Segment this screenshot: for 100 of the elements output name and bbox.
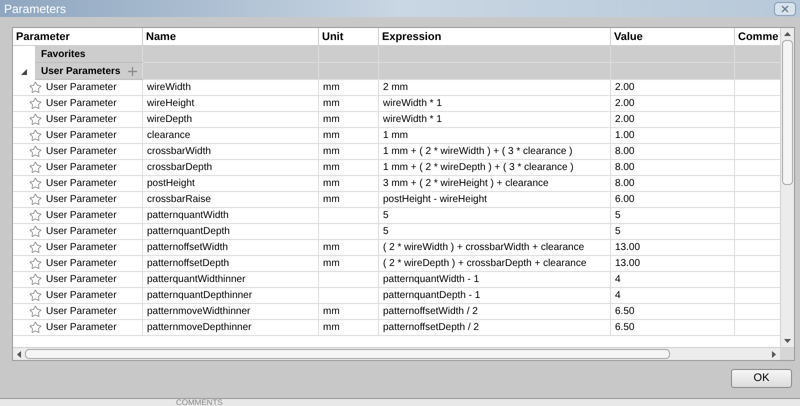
table-cell: wireWidth * 1 [379,112,611,128]
collapse-triangle-icon[interactable] [21,68,27,74]
table-cell: 4 [611,272,735,288]
scroll-thumb[interactable] [782,40,793,185]
vertical-scrollbar[interactable] [780,28,794,347]
table-cell: mm [319,256,379,272]
star-icon[interactable] [29,257,42,270]
table-cell: patternoffsetDepth [143,256,319,272]
table-cell: 13.00 [611,256,735,272]
table-cell: patternmoveDepthinner [143,320,319,336]
table-cell: 8.00 [611,176,735,192]
table-cell: 3 mm + ( 2 * wireHeight ) + clearance [379,176,611,192]
table-cell: 4 [611,288,735,304]
group-row-cell [735,63,780,80]
group-row-header[interactable]: Favorites [35,46,143,62]
table-cell: patternquantWidth - 1 [379,272,611,288]
table-cell-text: User Parameter [46,289,117,303]
group-row-header[interactable]: User Parameters [35,63,143,79]
table-cell: mm [319,144,379,160]
horizontal-scrollbar[interactable] [13,348,780,360]
star-icon[interactable] [29,289,42,302]
table-cell: ( 2 * wireWidth ) + crossbarWidth + clearance [379,240,611,256]
table-cell: crossbarRaise [143,192,319,208]
table-cell: 6.50 [611,320,735,336]
table-cell: 1 mm + ( 2 * wireWidth ) + ( 3 * clearance ) [379,144,611,160]
table-cell: 8.00 [611,144,735,160]
star-icon[interactable] [29,273,42,286]
table-cell-text: User Parameter [46,225,117,239]
table-cell: wireDepth [143,112,319,128]
star-icon[interactable] [29,305,42,318]
star-icon[interactable] [29,161,42,174]
table-cell-text: User Parameter [46,145,117,159]
table-cell: ( 2 * wireDepth ) + crossbarDepth + clearance [379,256,611,272]
close-icon [781,4,789,12]
star-icon[interactable] [29,145,42,158]
group-row-cell [735,46,780,63]
table-cell: patterquantWidthinner [143,272,319,288]
group-label: User Parameters [41,64,120,78]
table-cell: 2.00 [611,112,735,128]
table-cell: mm [319,176,379,192]
table-cell: patternoffsetWidth [143,240,319,256]
table-cell: 1 mm [379,128,611,144]
table-cell: postHeight [143,176,319,192]
table-cell: mm [319,320,379,336]
background-label: COMMENTS [176,399,224,406]
table-cell: patternmoveWidthinner [143,304,319,320]
table-cell-text: User Parameter [46,305,117,319]
table-cell [319,208,379,224]
ok-button[interactable]: OK [731,369,792,388]
table-cell: mm [319,80,379,96]
table-cell: postHeight - wireHeight [379,192,611,208]
star-icon[interactable] [29,241,42,254]
group-label: Favorites [41,48,86,62]
add-icon[interactable] [128,66,136,76]
star-icon[interactable] [29,177,42,190]
table-cell: patternquantDepthinner [143,288,319,304]
table-cell: 2.00 [611,80,735,96]
window-title: Parameters [4,0,66,18]
table-cell: 2 mm [379,80,611,96]
table-cell: mm [319,112,379,128]
table-cell: 13.00 [611,240,735,256]
table-cell: 6.50 [611,304,735,320]
table-cell: mm [319,160,379,176]
table-cell-text: User Parameter [46,273,117,287]
star-icon[interactable] [29,321,42,334]
star-icon[interactable] [29,225,42,238]
table-cell: crossbarDepth [143,160,319,176]
table-cell-text: User Parameter [46,177,117,191]
table-cell: 8.00 [611,160,735,176]
table-cell-text: User Parameter [46,193,117,207]
table-cell: patternquantDepth [143,224,319,240]
table-cell: mm [319,192,379,208]
table-cell: 6.00 [611,192,735,208]
table-cell: 5 [379,208,611,224]
table-cell: 1 mm + ( 2 * wireDepth ) + ( 3 * clearance ) [379,160,611,176]
table-cell: 5 [611,208,735,224]
table-cell-text: User Parameter [46,209,117,223]
table-cell: 2.00 [611,96,735,112]
scroll-thumb[interactable] [25,349,670,359]
star-icon[interactable] [29,97,42,110]
star-icon[interactable] [29,193,42,206]
table-cell-text: User Parameter [46,241,117,255]
table-cell [319,272,379,288]
table-cell-text: User Parameter [46,257,117,271]
table-cell: clearance [143,128,319,144]
star-icon[interactable] [29,113,42,126]
table-cell: patternoffsetDepth / 2 [379,320,611,336]
star-icon[interactable] [29,209,42,222]
table-cell-text: User Parameter [46,97,117,111]
table-cell: mm [319,240,379,256]
table-cell: patternoffsetWidth / 2 [379,304,611,320]
table-cell-text: User Parameter [46,129,117,143]
table-cell: 1.00 [611,128,735,144]
table-cell: 5 [379,224,611,240]
table-cell: patternquantWidth [143,208,319,224]
table-cell: 5 [611,224,735,240]
table-cell-text: User Parameter [46,113,117,127]
star-icon[interactable] [29,81,42,94]
close-button[interactable] [774,2,796,16]
star-icon[interactable] [29,129,42,142]
